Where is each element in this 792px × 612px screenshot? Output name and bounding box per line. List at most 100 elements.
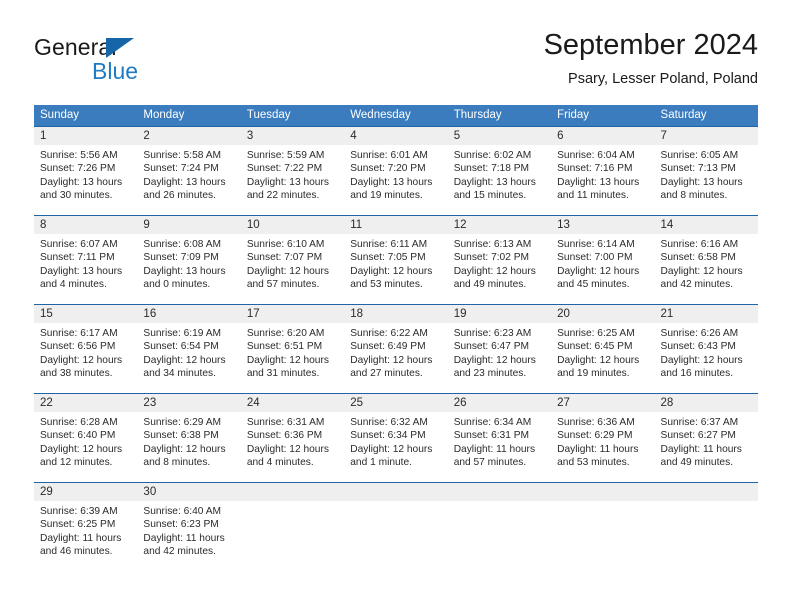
day-cell[interactable]: Sunrise: 6:19 AM Sunset: 6:54 PM Dayligh…	[137, 323, 240, 393]
daylight-line1: Daylight: 12 hours	[350, 443, 433, 455]
day-number[interactable]: 3	[241, 127, 344, 145]
day-cell[interactable]: Sunrise: 5:58 AM Sunset: 7:24 PM Dayligh…	[137, 145, 240, 215]
day-cell-empty	[655, 501, 758, 571]
week-daynumber-band: 15 16 17 18 19 20 21	[34, 305, 758, 323]
daylight-line2: and 22 minutes.	[246, 190, 320, 202]
day-number[interactable]: 1	[34, 127, 137, 145]
sunrise-text: Sunrise: 6:37 AM	[660, 417, 739, 428]
day-cell[interactable]: Sunrise: 6:39 AM Sunset: 6:25 PM Dayligh…	[34, 501, 137, 571]
day-cell[interactable]: Sunrise: 6:08 AM Sunset: 7:09 PM Dayligh…	[137, 234, 240, 304]
day-cell-empty	[241, 501, 344, 571]
daylight-line1: Daylight: 13 hours	[660, 176, 743, 188]
day-cell[interactable]: Sunrise: 5:56 AM Sunset: 7:26 PM Dayligh…	[34, 145, 137, 215]
day-number[interactable]: 29	[34, 483, 137, 501]
day-number[interactable]: 30	[137, 483, 240, 501]
day-cell[interactable]: Sunrise: 6:14 AM Sunset: 7:00 PM Dayligh…	[551, 234, 654, 304]
day-number[interactable]: 28	[655, 394, 758, 412]
day-number[interactable]: 13	[551, 216, 654, 234]
day-number[interactable]: 11	[344, 216, 447, 234]
sunset-text: Sunset: 7:20 PM	[350, 163, 426, 175]
day-number[interactable]: 27	[551, 394, 654, 412]
day-number[interactable]: 2	[137, 127, 240, 145]
day-cell[interactable]: Sunrise: 6:26 AM Sunset: 6:43 PM Dayligh…	[655, 323, 758, 393]
day-cell[interactable]: Sunrise: 6:23 AM Sunset: 6:47 PM Dayligh…	[448, 323, 551, 393]
day-cell-empty	[448, 501, 551, 571]
sunset-text: Sunset: 7:22 PM	[246, 163, 323, 175]
day-cell[interactable]: Sunrise: 6:07 AM Sunset: 7:11 PM Dayligh…	[34, 234, 137, 304]
day-number[interactable]: 5	[448, 127, 551, 145]
daylight-line1: Daylight: 11 hours	[557, 443, 639, 455]
day-cell[interactable]: Sunrise: 6:04 AM Sunset: 7:16 PM Dayligh…	[551, 145, 654, 215]
day-number-empty	[655, 483, 758, 501]
day-number[interactable]: 7	[655, 127, 758, 145]
day-cell[interactable]: Sunrise: 6:36 AM Sunset: 6:29 PM Dayligh…	[551, 412, 654, 482]
day-cell[interactable]: Sunrise: 6:13 AM Sunset: 7:02 PM Dayligh…	[448, 234, 551, 304]
daylight-line2: and 34 minutes.	[143, 368, 216, 380]
title-block: September 2024 Psary, Lesser Poland, Pol…	[544, 28, 758, 88]
day-cell[interactable]: Sunrise: 6:01 AM Sunset: 7:20 PM Dayligh…	[344, 145, 447, 215]
sunset-text: Sunset: 6:43 PM	[660, 341, 736, 353]
day-cell[interactable]: Sunrise: 6:37 AM Sunset: 6:27 PM Dayligh…	[655, 412, 758, 482]
sunrise-text: Sunrise: 6:04 AM	[557, 150, 635, 161]
sunrise-text: Sunrise: 6:08 AM	[143, 239, 222, 250]
sunset-text: Sunset: 7:07 PM	[246, 252, 323, 264]
daylight-line1: Daylight: 12 hours	[246, 354, 329, 366]
day-number[interactable]: 12	[448, 216, 551, 234]
day-cell[interactable]: Sunrise: 6:16 AM Sunset: 6:58 PM Dayligh…	[655, 234, 758, 304]
page-header: General Blue September 2024 Psary, Lesse…	[0, 0, 792, 96]
day-cell[interactable]: Sunrise: 6:31 AM Sunset: 6:36 PM Dayligh…	[241, 412, 344, 482]
sunrise-text: Sunrise: 5:56 AM	[40, 150, 118, 161]
day-number[interactable]: 14	[655, 216, 758, 234]
day-cell[interactable]: Sunrise: 6:22 AM Sunset: 6:49 PM Dayligh…	[344, 323, 447, 393]
day-cell[interactable]: Sunrise: 6:20 AM Sunset: 6:51 PM Dayligh…	[241, 323, 344, 393]
sunset-text: Sunset: 6:51 PM	[246, 341, 323, 353]
day-number[interactable]: 26	[448, 394, 551, 412]
sunrise-text: Sunrise: 6:02 AM	[453, 150, 532, 161]
day-number[interactable]: 21	[655, 305, 758, 323]
day-number[interactable]: 6	[551, 127, 654, 145]
day-cell[interactable]: Sunrise: 6:40 AM Sunset: 6:23 PM Dayligh…	[137, 501, 240, 571]
daylight-line1: Daylight: 13 hours	[40, 176, 123, 188]
day-cell-empty	[551, 501, 654, 571]
sunrise-text: Sunrise: 6:19 AM	[143, 328, 222, 339]
day-cell[interactable]: Sunrise: 6:34 AM Sunset: 6:31 PM Dayligh…	[448, 412, 551, 482]
daylight-line1: Daylight: 12 hours	[143, 354, 226, 366]
day-cell[interactable]: Sunrise: 6:32 AM Sunset: 6:34 PM Dayligh…	[344, 412, 447, 482]
day-number[interactable]: 20	[551, 305, 654, 323]
day-number[interactable]: 18	[344, 305, 447, 323]
sunrise-text: Sunrise: 6:26 AM	[660, 328, 739, 339]
sunrise-text: Sunrise: 6:13 AM	[453, 239, 532, 250]
day-number[interactable]: 4	[344, 127, 447, 145]
day-cell[interactable]: Sunrise: 6:02 AM Sunset: 7:18 PM Dayligh…	[448, 145, 551, 215]
day-number[interactable]: 10	[241, 216, 344, 234]
daylight-line1: Daylight: 12 hours	[453, 265, 536, 277]
day-number[interactable]: 23	[137, 394, 240, 412]
week-row: 8 9 10 11 12 13 14 Sunrise: 6:07 AM Suns…	[34, 215, 758, 304]
sunset-text: Sunset: 6:40 PM	[40, 430, 116, 442]
day-number[interactable]: 16	[137, 305, 240, 323]
brand-logo[interactable]: General Blue	[34, 34, 264, 86]
day-number[interactable]: 9	[137, 216, 240, 234]
sunset-text: Sunset: 6:45 PM	[557, 341, 633, 353]
daylight-line1: Daylight: 12 hours	[143, 443, 226, 455]
day-number[interactable]: 8	[34, 216, 137, 234]
day-number[interactable]: 24	[241, 394, 344, 412]
day-cell[interactable]: Sunrise: 6:11 AM Sunset: 7:05 PM Dayligh…	[344, 234, 447, 304]
day-number[interactable]: 22	[34, 394, 137, 412]
day-number[interactable]: 17	[241, 305, 344, 323]
day-number[interactable]: 25	[344, 394, 447, 412]
daylight-line1: Daylight: 12 hours	[350, 354, 433, 366]
day-cell[interactable]: Sunrise: 6:05 AM Sunset: 7:13 PM Dayligh…	[655, 145, 758, 215]
day-cell[interactable]: Sunrise: 6:10 AM Sunset: 7:07 PM Dayligh…	[241, 234, 344, 304]
day-number[interactable]: 19	[448, 305, 551, 323]
sunrise-text: Sunrise: 6:07 AM	[40, 239, 118, 250]
day-cell[interactable]: Sunrise: 6:25 AM Sunset: 6:45 PM Dayligh…	[551, 323, 654, 393]
day-cell[interactable]: Sunrise: 6:29 AM Sunset: 6:38 PM Dayligh…	[137, 412, 240, 482]
daylight-line2: and 23 minutes.	[453, 368, 527, 380]
sunset-text: Sunset: 6:23 PM	[143, 519, 219, 531]
day-cell[interactable]: Sunrise: 6:28 AM Sunset: 6:40 PM Dayligh…	[34, 412, 137, 482]
day-cell[interactable]: Sunrise: 6:17 AM Sunset: 6:56 PM Dayligh…	[34, 323, 137, 393]
day-number[interactable]: 15	[34, 305, 137, 323]
sunrise-text: Sunrise: 6:22 AM	[350, 328, 428, 339]
day-cell[interactable]: Sunrise: 5:59 AM Sunset: 7:22 PM Dayligh…	[241, 145, 344, 215]
